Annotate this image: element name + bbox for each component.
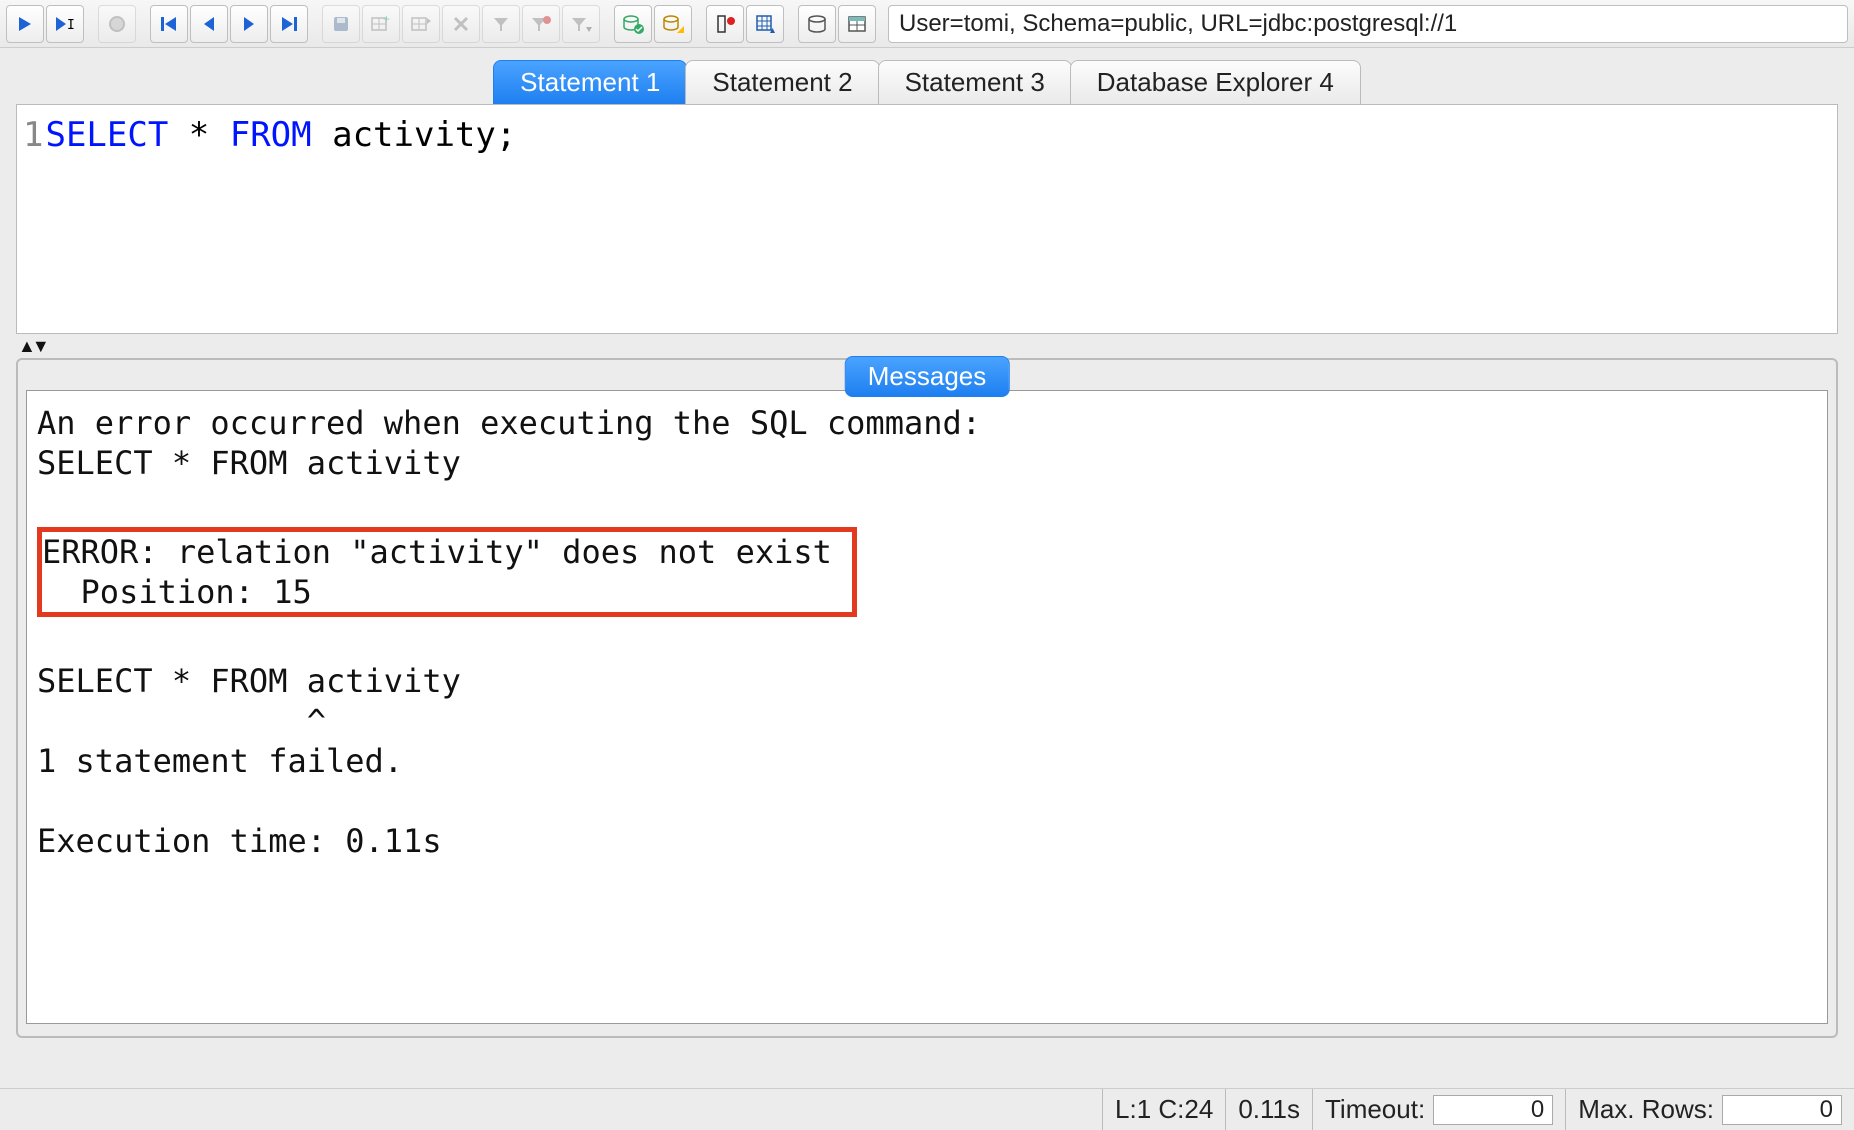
kw-select: SELECT: [45, 115, 168, 155]
msg-intro-2: SELECT * FROM activity: [37, 444, 461, 482]
run-to-cursor-button[interactable]: I: [46, 5, 84, 43]
run-button[interactable]: [6, 5, 44, 43]
filter-off-button[interactable]: [522, 5, 560, 43]
connection-info: User=tomi, Schema=public, URL=jdbc:postg…: [888, 5, 1848, 43]
status-bar: L:1 C:24 0.11s Timeout: 0 Max. Rows: 0: [0, 1088, 1854, 1130]
filter-button[interactable]: [482, 5, 520, 43]
messages-body[interactable]: An error occurred when executing the SQL…: [26, 390, 1828, 1024]
svg-text:+: +: [383, 14, 390, 26]
find-data-button[interactable]: [746, 5, 784, 43]
first-record-button[interactable]: [150, 5, 188, 43]
msg-echo-2: ^: [37, 702, 326, 740]
status-timeout: Timeout: 0: [1312, 1089, 1565, 1130]
msg-error-2: Position: 15: [42, 573, 312, 611]
status-elapsed: 0.11s: [1225, 1089, 1312, 1130]
sql-editor[interactable]: 1SELECT * FROM activity;: [16, 104, 1838, 334]
timeout-field[interactable]: 0: [1433, 1095, 1553, 1125]
tab-statement-2[interactable]: Statement 2: [685, 60, 879, 104]
msg-echo-1: SELECT * FROM activity: [37, 662, 461, 700]
table-view-button[interactable]: [838, 5, 876, 43]
status-maxrows-label: Max. Rows:: [1578, 1094, 1714, 1125]
status-cursor: L:1 C:24: [1102, 1089, 1225, 1130]
stop-button[interactable]: [98, 5, 136, 43]
splitter-handle[interactable]: ▲▼: [0, 334, 1854, 358]
messages-tab[interactable]: Messages: [845, 356, 1010, 397]
msg-fail: 1 statement failed.: [37, 742, 403, 780]
tab-database-explorer-4[interactable]: Database Explorer 4: [1070, 60, 1361, 104]
msg-exec: Execution time: 0.11s: [37, 822, 442, 860]
status-timeout-label: Timeout:: [1325, 1094, 1425, 1125]
next-record-button[interactable]: [230, 5, 268, 43]
msg-intro-1: An error occurred when executing the SQL…: [37, 404, 981, 442]
editor-text-star: *: [168, 115, 229, 155]
tab-statement-3[interactable]: Statement 3: [878, 60, 1072, 104]
bookmarks-button[interactable]: [706, 5, 744, 43]
tab-statement-1[interactable]: Statement 1: [493, 60, 687, 104]
database-browser-button[interactable]: [798, 5, 836, 43]
commit-button[interactable]: [614, 5, 652, 43]
line-number: 1: [23, 115, 43, 155]
messages-panel: Messages An error occurred when executin…: [16, 358, 1838, 1038]
delete-row-button[interactable]: [442, 5, 480, 43]
duplicate-row-button[interactable]: [402, 5, 440, 43]
filter-menu-button[interactable]: [562, 5, 600, 43]
last-record-button[interactable]: [270, 5, 308, 43]
maxrows-field[interactable]: 0: [1722, 1095, 1842, 1125]
editor-text-rest: activity;: [312, 115, 517, 155]
add-row-button[interactable]: +: [362, 5, 400, 43]
svg-text:I: I: [67, 18, 75, 33]
statement-tabs: Statement 1 Statement 2 Statement 3 Data…: [0, 48, 1854, 104]
kw-from: FROM: [230, 115, 312, 155]
status-maxrows: Max. Rows: 0: [1565, 1089, 1854, 1130]
msg-error-1: ERROR: relation "activity" does not exis…: [42, 533, 832, 571]
toolbar: I +: [0, 0, 1854, 48]
save-changes-button[interactable]: [322, 5, 360, 43]
prev-record-button[interactable]: [190, 5, 228, 43]
rollback-button[interactable]: [654, 5, 692, 43]
error-highlight: ERROR: relation "activity" does not exis…: [37, 527, 857, 617]
